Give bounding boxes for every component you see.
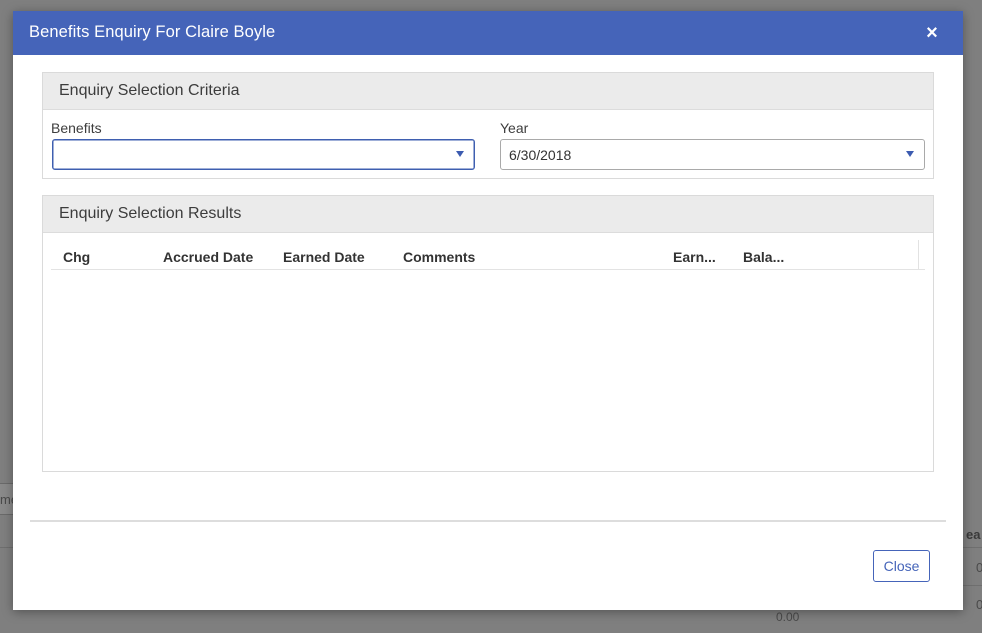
results-panel: Enquiry Selection Results Chg Accrued Da… <box>42 195 934 472</box>
column-header-earned-date[interactable]: Earned Date <box>283 249 365 265</box>
column-header-chg[interactable]: Chg <box>63 249 90 265</box>
background-cell-fragment: 0 <box>976 597 982 612</box>
results-grid-body <box>51 271 925 461</box>
benefits-dropdown[interactable] <box>52 139 475 170</box>
background-column-fragment: ea <box>966 527 981 542</box>
benefits-label: Benefits <box>51 120 102 136</box>
results-grid-header: Chg Accrued Date Earned Date Comments Ea… <box>51 240 925 270</box>
close-button[interactable]: Close <box>873 550 930 582</box>
criteria-panel: Enquiry Selection Criteria Benefits Year… <box>42 72 934 179</box>
year-dropdown[interactable]: 6/30/2018 <box>500 139 925 170</box>
chevron-down-icon <box>456 151 464 157</box>
column-header-earned[interactable]: Earn... <box>673 249 716 265</box>
column-header-comments[interactable]: Comments <box>403 249 475 265</box>
column-header-accrued-date[interactable]: Accrued Date <box>163 249 253 265</box>
column-header-balance[interactable]: Bala... <box>743 249 784 265</box>
dialog-header: Benefits Enquiry For Claire Boyle × <box>13 11 963 55</box>
background-divider <box>963 585 982 586</box>
results-panel-title: Enquiry Selection Results <box>43 196 933 233</box>
benefits-enquiry-dialog: Benefits Enquiry For Claire Boyle × Enqu… <box>13 11 963 610</box>
dialog-title: Benefits Enquiry For Claire Boyle <box>29 23 276 41</box>
grid-header-divider <box>918 240 919 269</box>
background-divider <box>963 547 982 548</box>
chevron-down-icon <box>906 151 914 157</box>
year-label: Year <box>500 120 529 136</box>
criteria-panel-title: Enquiry Selection Criteria <box>43 73 933 110</box>
background-divider <box>0 547 13 548</box>
close-icon[interactable]: × <box>923 23 941 43</box>
footer-divider <box>30 520 946 522</box>
background-value-fragment: 0.00 <box>776 610 800 624</box>
background-cell-fragment: 0 <box>976 560 982 575</box>
year-selected-value: 6/30/2018 <box>509 147 572 163</box>
